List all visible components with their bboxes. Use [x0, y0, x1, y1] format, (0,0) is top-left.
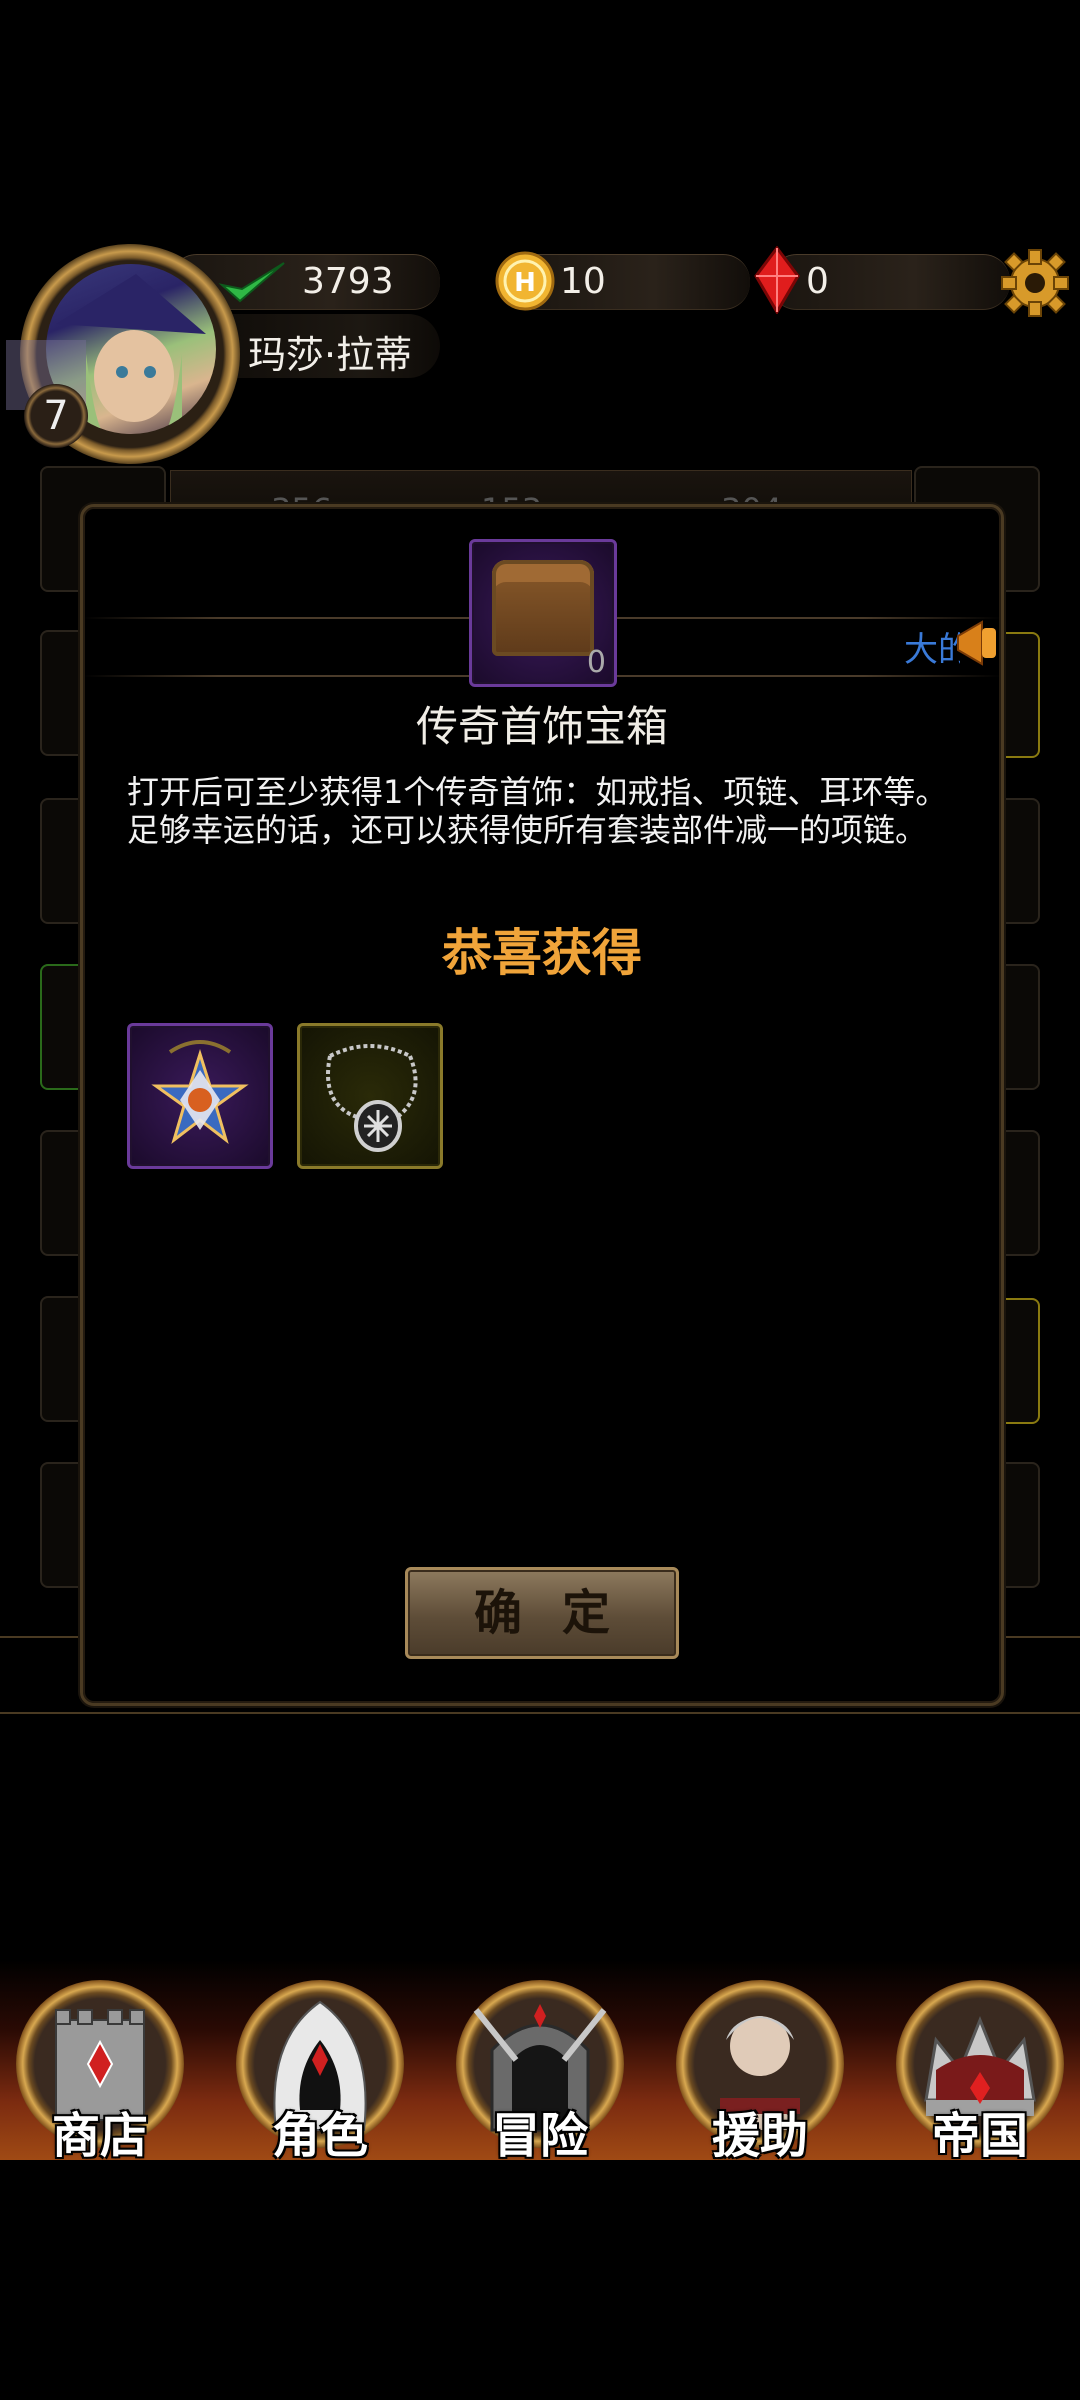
svg-text:H: H: [514, 268, 536, 298]
coin-icon: H: [495, 251, 555, 311]
megaphone-icon[interactable]: [952, 616, 1002, 670]
nav-adventure[interactable]: 冒险: [456, 1980, 624, 2170]
nav-empire-label: 帝国: [931, 2108, 1028, 2164]
level-badge: 7: [24, 384, 88, 448]
confirm-button-label: 确定: [473, 1585, 650, 1641]
silver-necklace-icon: [326, 1044, 418, 1152]
nav-shop-label: 商店: [51, 2108, 148, 2164]
nav-character-label: 角色: [271, 2108, 368, 2164]
gem-value: 0: [806, 261, 829, 302]
nav-assist-label: 援助: [711, 2108, 808, 2164]
gem-icon: [754, 246, 800, 314]
treasure-chest-icon: [492, 560, 594, 656]
star-brooch-icon: [151, 1040, 249, 1145]
nav-assist[interactable]: 援助: [676, 1980, 844, 2170]
confirm-button[interactable]: 确定: [405, 1567, 679, 1659]
dialog-description: 打开后可至少获得1个传奇首饰：如戒指、项链、耳环等。足够幸运的话，还可以获得使所…: [127, 773, 948, 849]
nav-shop[interactable]: 商店: [16, 1980, 184, 2170]
settings-gear-icon[interactable]: [998, 246, 1072, 320]
chest-item-slot: 0: [469, 539, 617, 687]
check-icon: [218, 262, 285, 303]
coin-value: 10: [560, 261, 606, 302]
nav-character[interactable]: 角色: [236, 1980, 404, 2170]
chest-count: 0: [586, 645, 606, 680]
player-name: 玛莎·拉蒂: [248, 333, 413, 377]
gem-bar: 0: [770, 254, 1010, 310]
congrats-heading: 恭喜获得: [442, 924, 642, 982]
nav-empire[interactable]: 帝国: [896, 1980, 1064, 2170]
score-value: 3793: [302, 261, 394, 302]
reward-dialog: 0 传奇首饰宝箱 打开后可至少获得1个传奇首饰：如戒指、项链、耳环等。足够幸运的…: [80, 504, 1004, 1706]
reward-slot-1[interactable]: [127, 1023, 273, 1169]
nav-adventure-label: 冒险: [491, 2108, 588, 2164]
reward-slot-2[interactable]: [297, 1023, 443, 1169]
dialog-title: 传奇首饰宝箱: [415, 702, 668, 751]
